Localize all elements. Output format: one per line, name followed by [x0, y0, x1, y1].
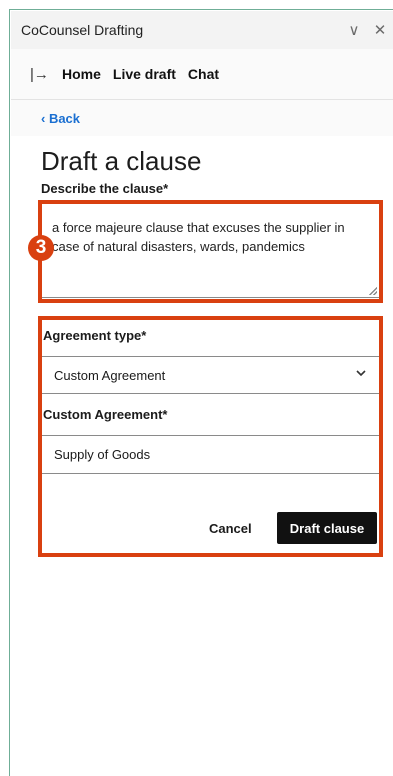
nav-chat[interactable]: Chat	[188, 66, 219, 82]
describe-clause-label: Describe the clause*	[41, 181, 169, 196]
panel-menu-chevron-down-icon[interactable]: ∨	[341, 21, 367, 39]
page-title: Draft a clause	[41, 146, 202, 176]
step-badge: 3	[28, 235, 54, 261]
addin-panel: CoCounsel Drafting ∨ ✕ |→ Home Live draf…	[9, 9, 393, 776]
back-bar: ‹ Back	[11, 100, 393, 136]
highlight-box-describe	[38, 200, 383, 303]
collapse-panel-icon[interactable]: |→	[30, 66, 50, 83]
nav-live-draft[interactable]: Live draft	[113, 66, 176, 82]
back-link[interactable]: ‹ Back	[41, 111, 80, 126]
window-title: CoCounsel Drafting	[21, 22, 144, 38]
title-bar: CoCounsel Drafting ∨ ✕	[11, 11, 393, 49]
close-icon[interactable]: ✕	[367, 21, 393, 39]
nav-home[interactable]: Home	[62, 66, 101, 82]
highlight-box-agreement	[38, 316, 383, 557]
top-nav: |→ Home Live draft Chat	[11, 49, 393, 100]
